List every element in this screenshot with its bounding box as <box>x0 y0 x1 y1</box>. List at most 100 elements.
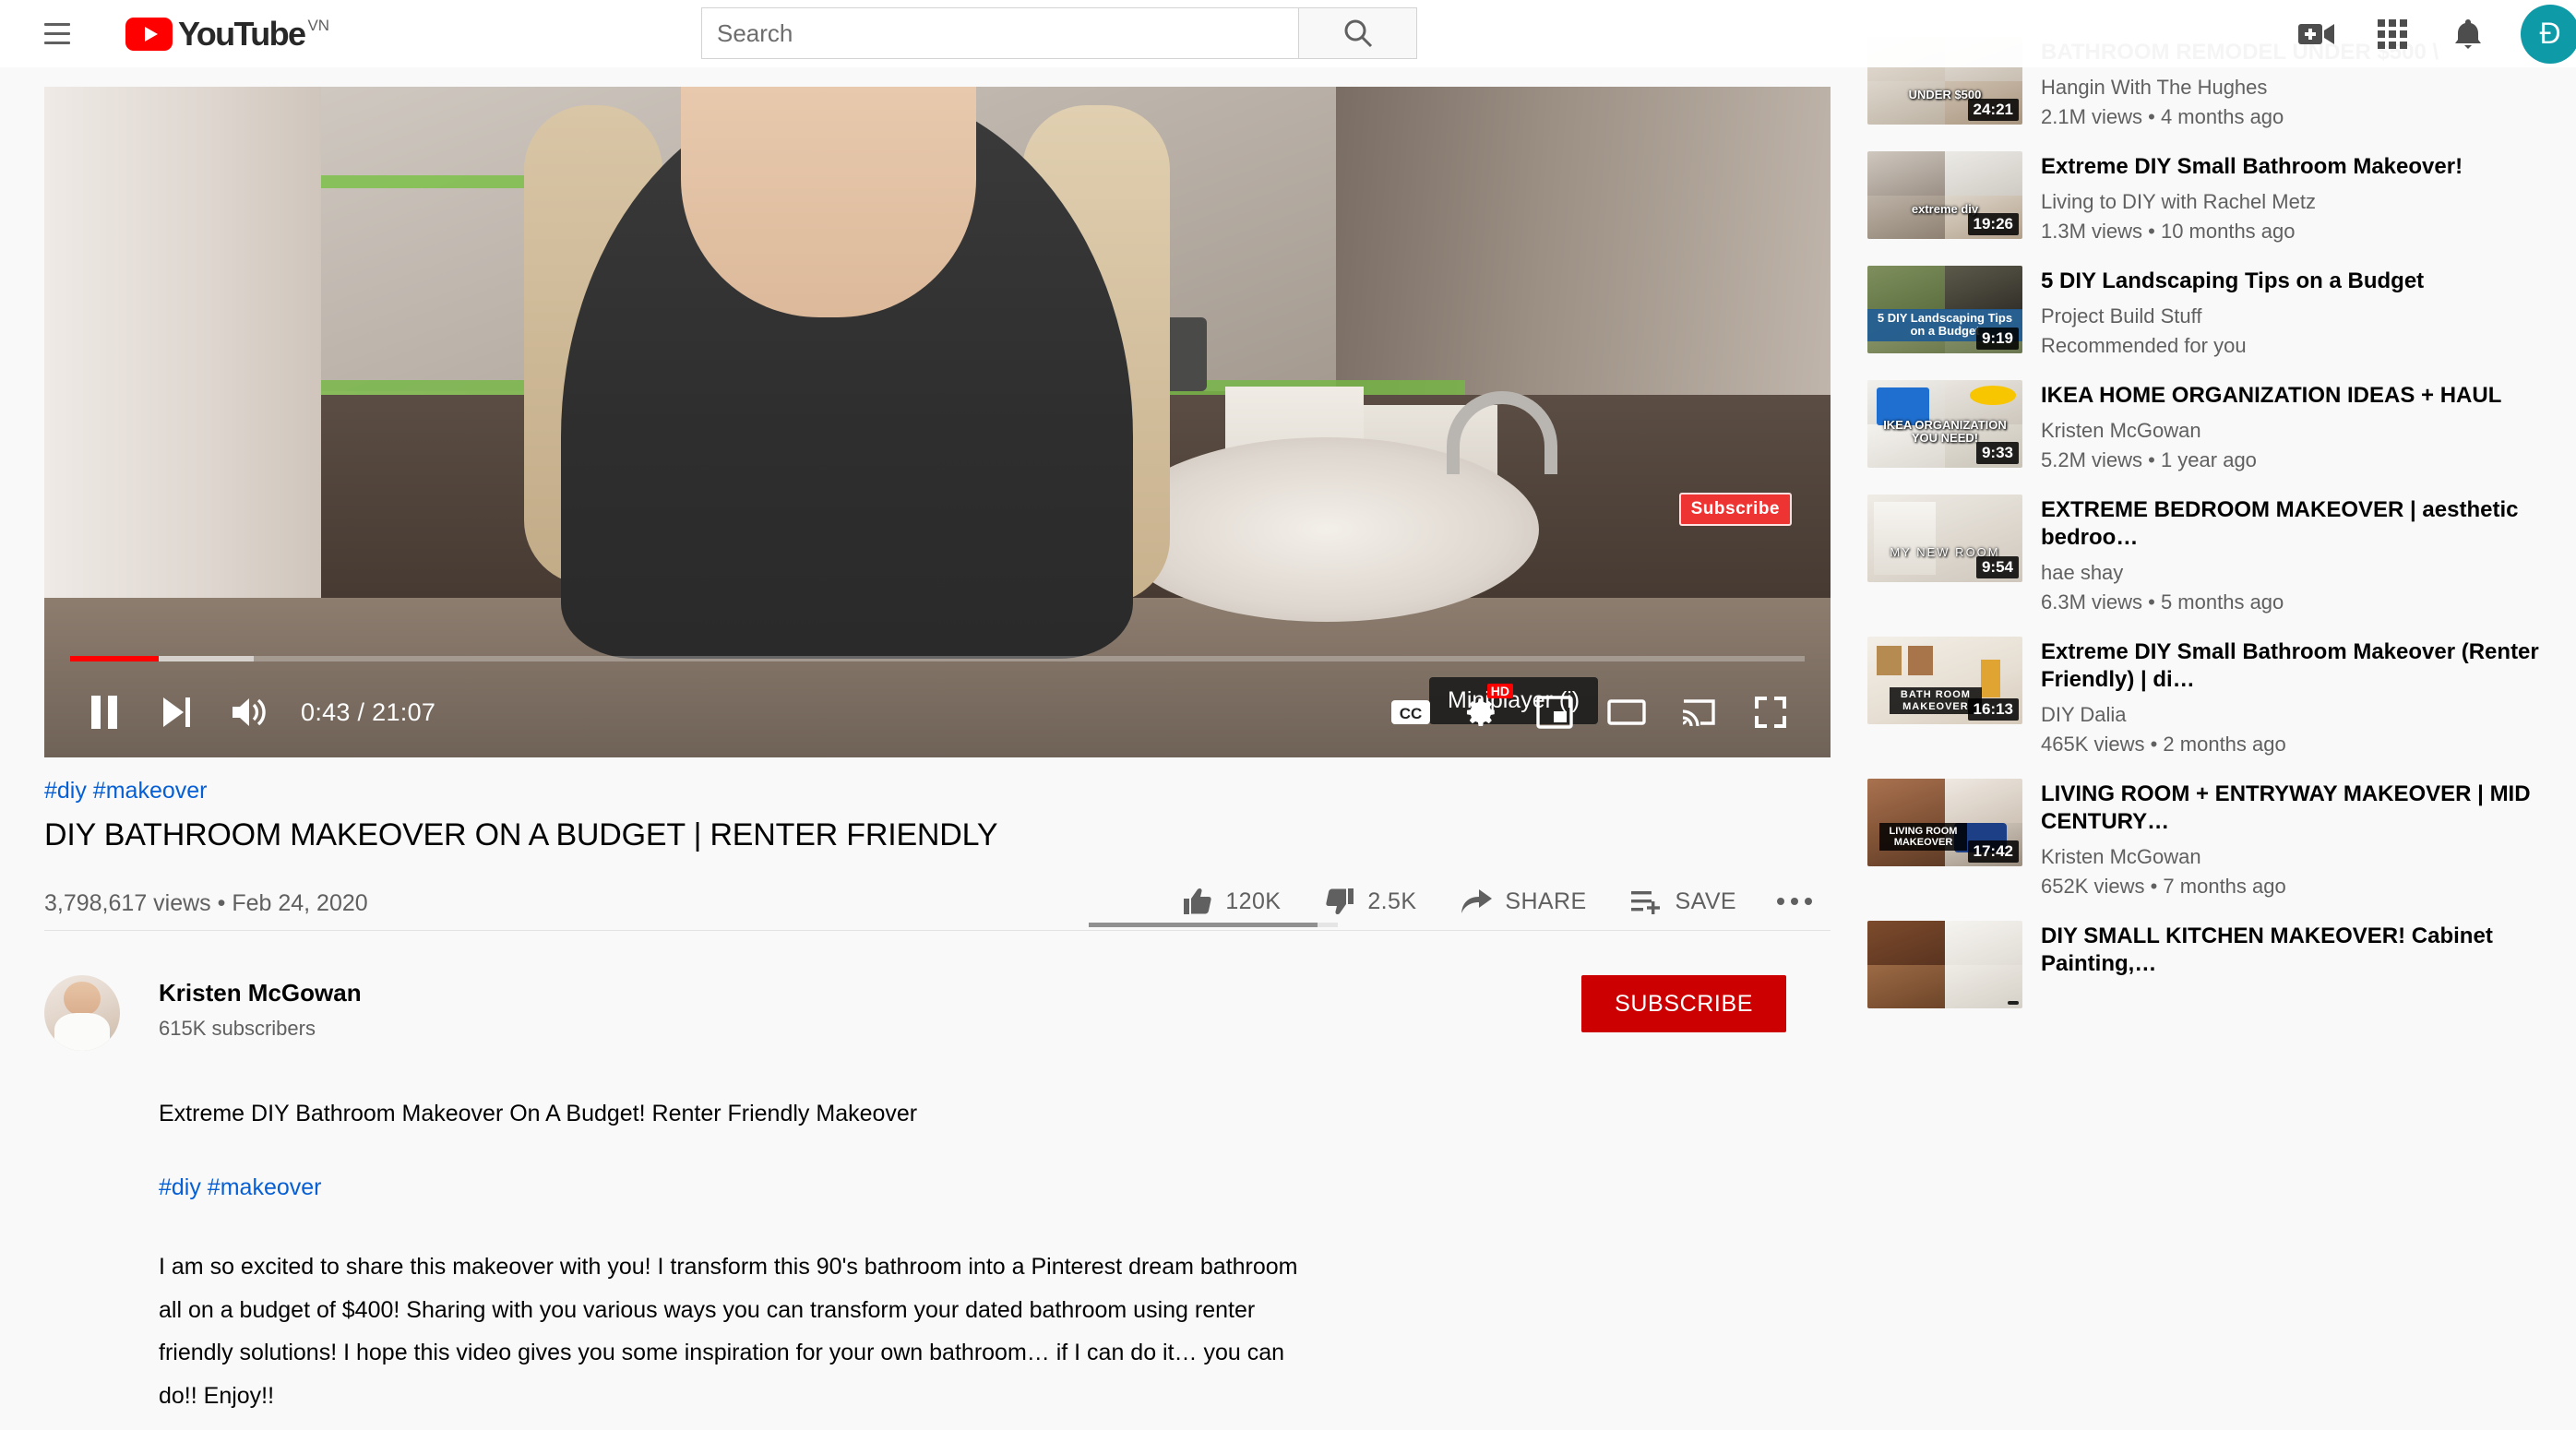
masthead: YouTube VN Search Đ <box>0 0 2576 67</box>
page-title: DIY BATHROOM MAKEOVER ON A BUDGET | RENT… <box>44 817 998 852</box>
share-button[interactable]: SHARE <box>1438 878 1608 924</box>
video-thumbnail[interactable] <box>1867 921 2022 1008</box>
youtube-logo-text: YouTube <box>178 14 306 53</box>
thumbs-up-icon <box>1184 888 1212 914</box>
more-actions-button[interactable] <box>1759 888 1831 914</box>
dislike-button[interactable]: 2.5K <box>1303 877 1438 925</box>
hamburger-menu-icon[interactable] <box>37 14 78 54</box>
search-input[interactable] <box>701 7 1299 59</box>
section-divider <box>44 930 1831 931</box>
video-channel[interactable]: Project Build Stuff <box>2041 304 2556 328</box>
list-item[interactable]: DIY SMALL KITCHEN MAKEOVER! Cabinet Pain… <box>1867 921 2556 1008</box>
list-item[interactable]: BATH ROOM MAKEOVER 16:13 Extreme DIY Sma… <box>1867 637 2556 757</box>
video-info: Extreme DIY Small Bathroom Makeover (Ren… <box>2041 637 2556 757</box>
video-duration: 9:19 <box>1975 328 2019 350</box>
video-meta: 465K views • 2 months ago <box>2041 733 2286 756</box>
description-body: I am so excited to share this makeover w… <box>159 1254 1298 1409</box>
closed-captions-button[interactable]: CC <box>1375 676 1447 748</box>
more-dot <box>1805 898 1812 905</box>
save-button[interactable]: SAVE <box>1609 878 1759 924</box>
svg-text:CC: CC <box>1400 705 1423 722</box>
thumbs-down-icon <box>1326 888 1354 915</box>
fullscreen-button[interactable] <box>1735 676 1807 748</box>
pause-button[interactable] <box>68 676 140 748</box>
video-duration: 17:42 <box>1967 840 2019 863</box>
youtube-play-icon <box>125 17 173 51</box>
next-video-button[interactable] <box>140 676 212 748</box>
search-button[interactable] <box>1299 7 1417 59</box>
video-thumbnail[interactable]: 5 DIY Landscaping Tips on a Budget 9:19 <box>1867 266 2022 353</box>
theater-mode-button[interactable] <box>1591 676 1663 748</box>
video-description: Extreme DIY Bathroom Makeover On A Budge… <box>159 1097 1312 1417</box>
settings-button[interactable]: HD <box>1447 676 1519 748</box>
description-line-1: Extreme DIY Bathroom Makeover On A Budge… <box>159 1101 918 1126</box>
subscribe-button[interactable]: SUBSCRIBE <box>1581 975 1786 1032</box>
like-count: 120K <box>1225 888 1282 914</box>
video-channel[interactable]: DIY Dalia <box>2041 703 2556 727</box>
youtube-logo[interactable]: YouTube VN <box>125 14 330 53</box>
more-dot <box>1791 898 1798 905</box>
video-meta: 6.3M views • 5 months ago <box>2041 590 2284 614</box>
video-thumbnail[interactable]: MY NEW ROOM 9:54 <box>1867 495 2022 582</box>
volume-button[interactable] <box>212 676 284 748</box>
video-info: 5 DIY Landscaping Tips on a Budget Proje… <box>2041 266 2556 358</box>
video-title: LIVING ROOM + ENTRYWAY MAKEOVER | MID CE… <box>2041 781 2531 834</box>
list-item[interactable]: 5 DIY Landscaping Tips on a Budget 9:19 … <box>1867 266 2556 358</box>
video-channel[interactable]: hae shay <box>2041 561 2556 585</box>
video-meta: Recommended for you <box>2041 334 2247 357</box>
list-item[interactable]: LIVING ROOM MAKEOVER 17:42 LIVING ROOM +… <box>1867 779 2556 899</box>
channel-name[interactable]: Kristen McGowan <box>159 979 362 1007</box>
subscriber-count: 615K subscribers <box>159 1017 316 1040</box>
apps-button[interactable] <box>2355 0 2430 67</box>
like-button[interactable]: 120K <box>1161 877 1303 925</box>
subscribe-watermark[interactable]: Subscribe <box>1678 493 1792 526</box>
video-thumbnail[interactable]: BATH ROOM MAKEOVER 16:13 <box>1867 637 2022 724</box>
progress-bar[interactable] <box>70 656 1805 661</box>
share-label: SHARE <box>1505 888 1587 914</box>
dislike-count: 2.5K <box>1367 888 1417 914</box>
video-duration: 19:26 <box>1967 213 2019 235</box>
share-icon <box>1461 889 1493 913</box>
video-info: Extreme DIY Small Bathroom Makeover! Liv… <box>2041 151 2556 244</box>
save-label: SAVE <box>1675 888 1736 914</box>
video-channel[interactable]: Kristen McGowan <box>2041 419 2556 443</box>
list-item[interactable]: MY NEW ROOM 9:54 EXTREME BEDROOM MAKEOVE… <box>1867 495 2556 614</box>
video-title: IKEA HOME ORGANIZATION IDEAS + HAUL <box>2041 383 2502 408</box>
notifications-button[interactable] <box>2430 0 2506 67</box>
country-code: VN <box>307 16 330 34</box>
like-ratio-bar <box>1089 923 1338 927</box>
video-channel[interactable]: Kristen McGowan <box>2041 845 2556 869</box>
view-count: 3,798,617 views • Feb 24, 2020 <box>44 890 368 916</box>
list-item[interactable]: IKEA ORGANIZATION YOU NEED! 9:33 IKEA HO… <box>1867 380 2556 472</box>
save-to-playlist-icon <box>1630 891 1660 914</box>
progress-played <box>70 656 159 661</box>
create-video-button[interactable] <box>2279 0 2355 67</box>
video-title: 5 DIY Landscaping Tips on a Budget <box>2041 268 2425 293</box>
video-meta: 1.3M views • 10 months ago <box>2041 220 2296 243</box>
channel-row: Kristen McGowan 615K subscribers SUBSCRI… <box>44 975 1831 1051</box>
video-title: Extreme DIY Small Bathroom Makeover! <box>2041 154 2463 179</box>
video-info: EXTREME BEDROOM MAKEOVER | aesthetic bed… <box>2041 495 2556 614</box>
video-channel[interactable]: Living to DIY with Rachel Metz <box>2041 190 2556 214</box>
search-area <box>701 7 1417 59</box>
recommendations-sidebar: UNDER $500 24:21 BATHROOM REMODEL UNDER … <box>1867 37 2556 1031</box>
video-meta: 652K views • 7 months ago <box>2041 875 2286 898</box>
cast-button[interactable] <box>1663 676 1735 748</box>
video-channel[interactable]: Hangin With The Hughes <box>2041 76 2556 100</box>
channel-info: Kristen McGowan 615K subscribers <box>159 975 362 1041</box>
channel-avatar[interactable] <box>44 975 120 1051</box>
miniplayer-button[interactable] <box>1519 676 1591 748</box>
video-title: EXTREME BEDROOM MAKEOVER | aesthetic bed… <box>2041 497 2519 550</box>
list-item[interactable]: extreme diy 19:26 Extreme DIY Small Bath… <box>1867 151 2556 244</box>
player-controls: 0:43 / 21:07 CC HD <box>44 667 1831 757</box>
description-hashtags[interactable]: #diy #makeover <box>159 1174 1312 1201</box>
bell-icon <box>2455 18 2481 49</box>
video-player[interactable]: Subscribe Miniplayer (i) 0:43 / 21:07 CC… <box>44 87 1831 757</box>
video-hashtags[interactable]: #diy #makeover <box>44 778 1831 804</box>
video-camera-plus-icon <box>2298 23 2334 44</box>
hd-badge: HD <box>1486 684 1513 698</box>
video-thumbnail[interactable]: IKEA ORGANIZATION YOU NEED! 9:33 <box>1867 380 2022 468</box>
video-thumbnail[interactable]: extreme diy 19:26 <box>1867 151 2022 239</box>
avatar[interactable]: Đ <box>2521 4 2576 64</box>
video-thumbnail[interactable]: LIVING ROOM MAKEOVER 17:42 <box>1867 779 2022 866</box>
